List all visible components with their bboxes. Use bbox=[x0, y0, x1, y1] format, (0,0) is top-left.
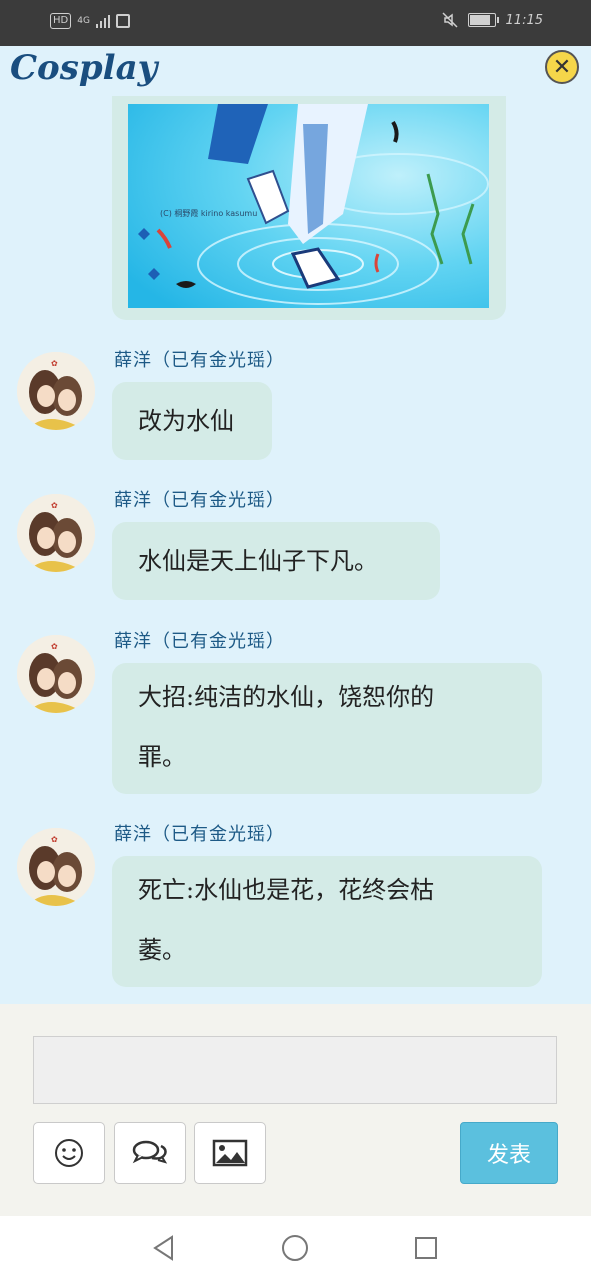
svg-text:✿: ✿ bbox=[51, 501, 58, 510]
image-button[interactable] bbox=[194, 1122, 266, 1184]
page-title: Cosplay bbox=[10, 48, 158, 88]
shared-image[interactable]: (C) 桐野霞 kirino kasumu bbox=[128, 104, 489, 308]
message-text: 水仙是天上仙子下凡。 bbox=[138, 547, 378, 575]
message-text-line: 死亡:水仙也是花，花终会枯 bbox=[138, 876, 435, 904]
message-bubble: 死亡:水仙也是花，花终会枯 萎。 bbox=[112, 856, 542, 987]
chat-button[interactable] bbox=[114, 1122, 186, 1184]
speech-bubbles-icon bbox=[132, 1140, 168, 1164]
svg-text:✿: ✿ bbox=[51, 642, 58, 651]
network-type: 4G bbox=[77, 16, 90, 26]
message-bubble: 改为水仙 bbox=[112, 382, 272, 460]
close-button[interactable]: ✕ bbox=[545, 50, 579, 84]
composer: 发表 bbox=[0, 1004, 591, 1216]
message-text-line: 萎。 bbox=[138, 936, 186, 964]
message-text: 改为水仙 bbox=[138, 407, 234, 435]
sender-name: 薛洋（已有金光瑶） bbox=[114, 350, 285, 371]
close-icon: ✕ bbox=[552, 54, 572, 80]
sender-name: 薛洋（已有金光瑶） bbox=[114, 631, 285, 652]
avatar-image: ✿ bbox=[17, 828, 95, 906]
message-text-line: 罪。 bbox=[138, 743, 186, 771]
send-button[interactable]: 发表 bbox=[460, 1122, 558, 1184]
avatar-image: ✿ bbox=[17, 352, 95, 430]
image-credit: (C) 桐野霞 kirino kasumu bbox=[160, 209, 258, 218]
signal-icon bbox=[95, 14, 110, 28]
emoji-button[interactable] bbox=[33, 1122, 105, 1184]
avatar-image: ✿ bbox=[17, 635, 95, 713]
battery-icon bbox=[467, 13, 499, 27]
message-bubble: 大招:纯洁的水仙，饶恕你的 罪。 bbox=[112, 663, 542, 794]
svg-text:✿: ✿ bbox=[51, 835, 58, 844]
recents-square-icon bbox=[415, 1237, 437, 1259]
image-message: (C) 桐野霞 kirino kasumu bbox=[112, 96, 506, 320]
sender-name: 薛洋（已有金光瑶） bbox=[114, 490, 285, 511]
sender-name: 薛洋（已有金光瑶） bbox=[114, 824, 285, 845]
back-button[interactable] bbox=[148, 1232, 180, 1264]
home-circle-icon bbox=[282, 1235, 308, 1261]
status-left: HD 4G bbox=[50, 13, 130, 29]
home-button[interactable] bbox=[279, 1232, 311, 1264]
message-bubble: 水仙是天上仙子下凡。 bbox=[112, 522, 440, 600]
avatar-image: ✿ bbox=[17, 494, 95, 572]
avatar[interactable]: ✿ bbox=[17, 828, 95, 906]
smiley-icon bbox=[55, 1139, 83, 1167]
clock: 11:15 bbox=[505, 12, 543, 28]
notification-icon bbox=[115, 14, 130, 28]
message-input[interactable] bbox=[33, 1036, 557, 1104]
status-right: 11:15 bbox=[442, 12, 543, 28]
avatar[interactable]: ✿ bbox=[17, 352, 95, 430]
image-icon bbox=[212, 1139, 248, 1167]
system-nav-bar bbox=[0, 1216, 591, 1280]
avatar[interactable]: ✿ bbox=[17, 635, 95, 713]
avatar[interactable]: ✿ bbox=[17, 494, 95, 572]
hd-badge: HD bbox=[50, 13, 72, 29]
mute-icon bbox=[442, 12, 458, 28]
message-text-line: 大招:纯洁的水仙，饶恕你的 bbox=[138, 683, 435, 711]
back-triangle-icon bbox=[153, 1235, 173, 1261]
recents-button[interactable] bbox=[410, 1232, 442, 1264]
status-bar: HD 4G 11:15 bbox=[0, 0, 591, 46]
header: Cosplay ✕ bbox=[0, 46, 591, 96]
artwork-illustration bbox=[128, 104, 489, 308]
svg-text:✿: ✿ bbox=[51, 359, 58, 368]
